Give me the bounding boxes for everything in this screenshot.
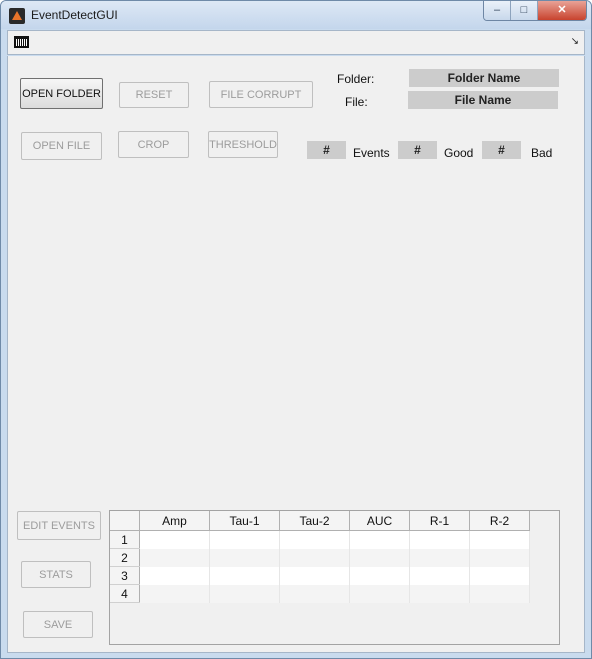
table-row: 4 bbox=[110, 584, 530, 603]
table-cell[interactable] bbox=[349, 530, 410, 549]
crop-button[interactable]: CROP bbox=[118, 131, 189, 158]
table-cell[interactable] bbox=[409, 584, 470, 603]
column-header-tau-2[interactable]: Tau-2 bbox=[279, 511, 350, 531]
table-cell[interactable] bbox=[209, 548, 280, 567]
edit-events-button[interactable]: EDIT EVENTS bbox=[17, 511, 101, 540]
row-header[interactable]: 2 bbox=[110, 548, 140, 567]
row-header[interactable]: 4 bbox=[110, 584, 140, 603]
bad-count: # bbox=[482, 141, 521, 159]
table-row: 3 bbox=[110, 566, 530, 585]
table-cell[interactable] bbox=[139, 584, 210, 603]
events-count: # bbox=[307, 141, 346, 159]
table-cell[interactable] bbox=[139, 566, 210, 585]
table-cell[interactable] bbox=[139, 548, 210, 567]
table-cell[interactable] bbox=[139, 530, 210, 549]
column-header-tau-1[interactable]: Tau-1 bbox=[209, 511, 280, 531]
table-cell[interactable] bbox=[209, 584, 280, 603]
column-header-r-1[interactable]: R-1 bbox=[409, 511, 470, 531]
title-bar[interactable]: EventDetectGUI – □ ✕ bbox=[1, 1, 591, 29]
row-header[interactable]: 1 bbox=[110, 530, 140, 549]
close-button[interactable]: ✕ bbox=[538, 1, 586, 20]
maximize-button[interactable]: □ bbox=[511, 1, 538, 20]
table-cell[interactable] bbox=[469, 566, 530, 585]
table-cell[interactable] bbox=[469, 530, 530, 549]
table-cell[interactable] bbox=[469, 584, 530, 603]
corner-header bbox=[110, 511, 140, 531]
toolbar-overflow-icon[interactable]: ↘ bbox=[571, 36, 579, 47]
open-file-button[interactable]: OPEN FILE bbox=[21, 132, 102, 160]
save-button[interactable]: SAVE bbox=[23, 611, 93, 638]
file-label: File: bbox=[345, 95, 368, 109]
table-cell[interactable] bbox=[409, 548, 470, 567]
table-cell[interactable] bbox=[279, 566, 350, 585]
folder-name-field: Folder Name bbox=[409, 69, 559, 87]
table-cell[interactable] bbox=[409, 566, 470, 585]
gui-panel: OPEN FOLDER RESET FILE CORRUPT OPEN FILE… bbox=[7, 56, 585, 653]
table-row: 1 bbox=[110, 530, 530, 549]
table-cell[interactable] bbox=[349, 584, 410, 603]
table-cell[interactable] bbox=[349, 566, 410, 585]
table-cell[interactable] bbox=[279, 584, 350, 603]
results-table: Amp Tau-1 Tau-2 AUC R-1 R-2 1 2 3 4 bbox=[109, 510, 560, 645]
column-header-amp[interactable]: Amp bbox=[139, 511, 210, 531]
row-header[interactable]: 3 bbox=[110, 566, 140, 585]
reset-button[interactable]: RESET bbox=[119, 82, 189, 108]
good-label: Good bbox=[444, 146, 474, 160]
file-corrupt-button[interactable]: FILE CORRUPT bbox=[209, 81, 313, 108]
window-controls: – □ ✕ bbox=[483, 1, 587, 21]
table-cell[interactable] bbox=[349, 548, 410, 567]
figure-toolbar: ↘ bbox=[7, 30, 585, 55]
events-label: Events bbox=[353, 146, 390, 160]
good-count: # bbox=[398, 141, 437, 159]
table-cell[interactable] bbox=[409, 530, 470, 549]
table-row: 2 bbox=[110, 548, 530, 567]
threshold-button[interactable]: THRESHOLD bbox=[208, 131, 278, 158]
table-cell[interactable] bbox=[209, 566, 280, 585]
open-folder-button[interactable]: OPEN FOLDER bbox=[20, 78, 103, 109]
table-cell[interactable] bbox=[279, 548, 350, 567]
stats-button[interactable]: STATS bbox=[21, 561, 91, 588]
histogram-icon[interactable] bbox=[14, 36, 29, 48]
bad-label: Bad bbox=[531, 146, 553, 160]
table-cell[interactable] bbox=[469, 548, 530, 567]
column-header-r-2[interactable]: R-2 bbox=[469, 511, 530, 531]
table-cell[interactable] bbox=[279, 530, 350, 549]
matlab-icon bbox=[9, 8, 25, 24]
app-window: EventDetectGUI – □ ✕ ↘ OPEN FOLDER RESET… bbox=[0, 0, 592, 659]
window-title: EventDetectGUI bbox=[31, 8, 118, 22]
file-name-field: File Name bbox=[408, 91, 558, 109]
column-header-auc[interactable]: AUC bbox=[349, 511, 410, 531]
table-cell[interactable] bbox=[209, 530, 280, 549]
minimize-button[interactable]: – bbox=[484, 1, 511, 20]
folder-label: Folder: bbox=[337, 72, 375, 86]
